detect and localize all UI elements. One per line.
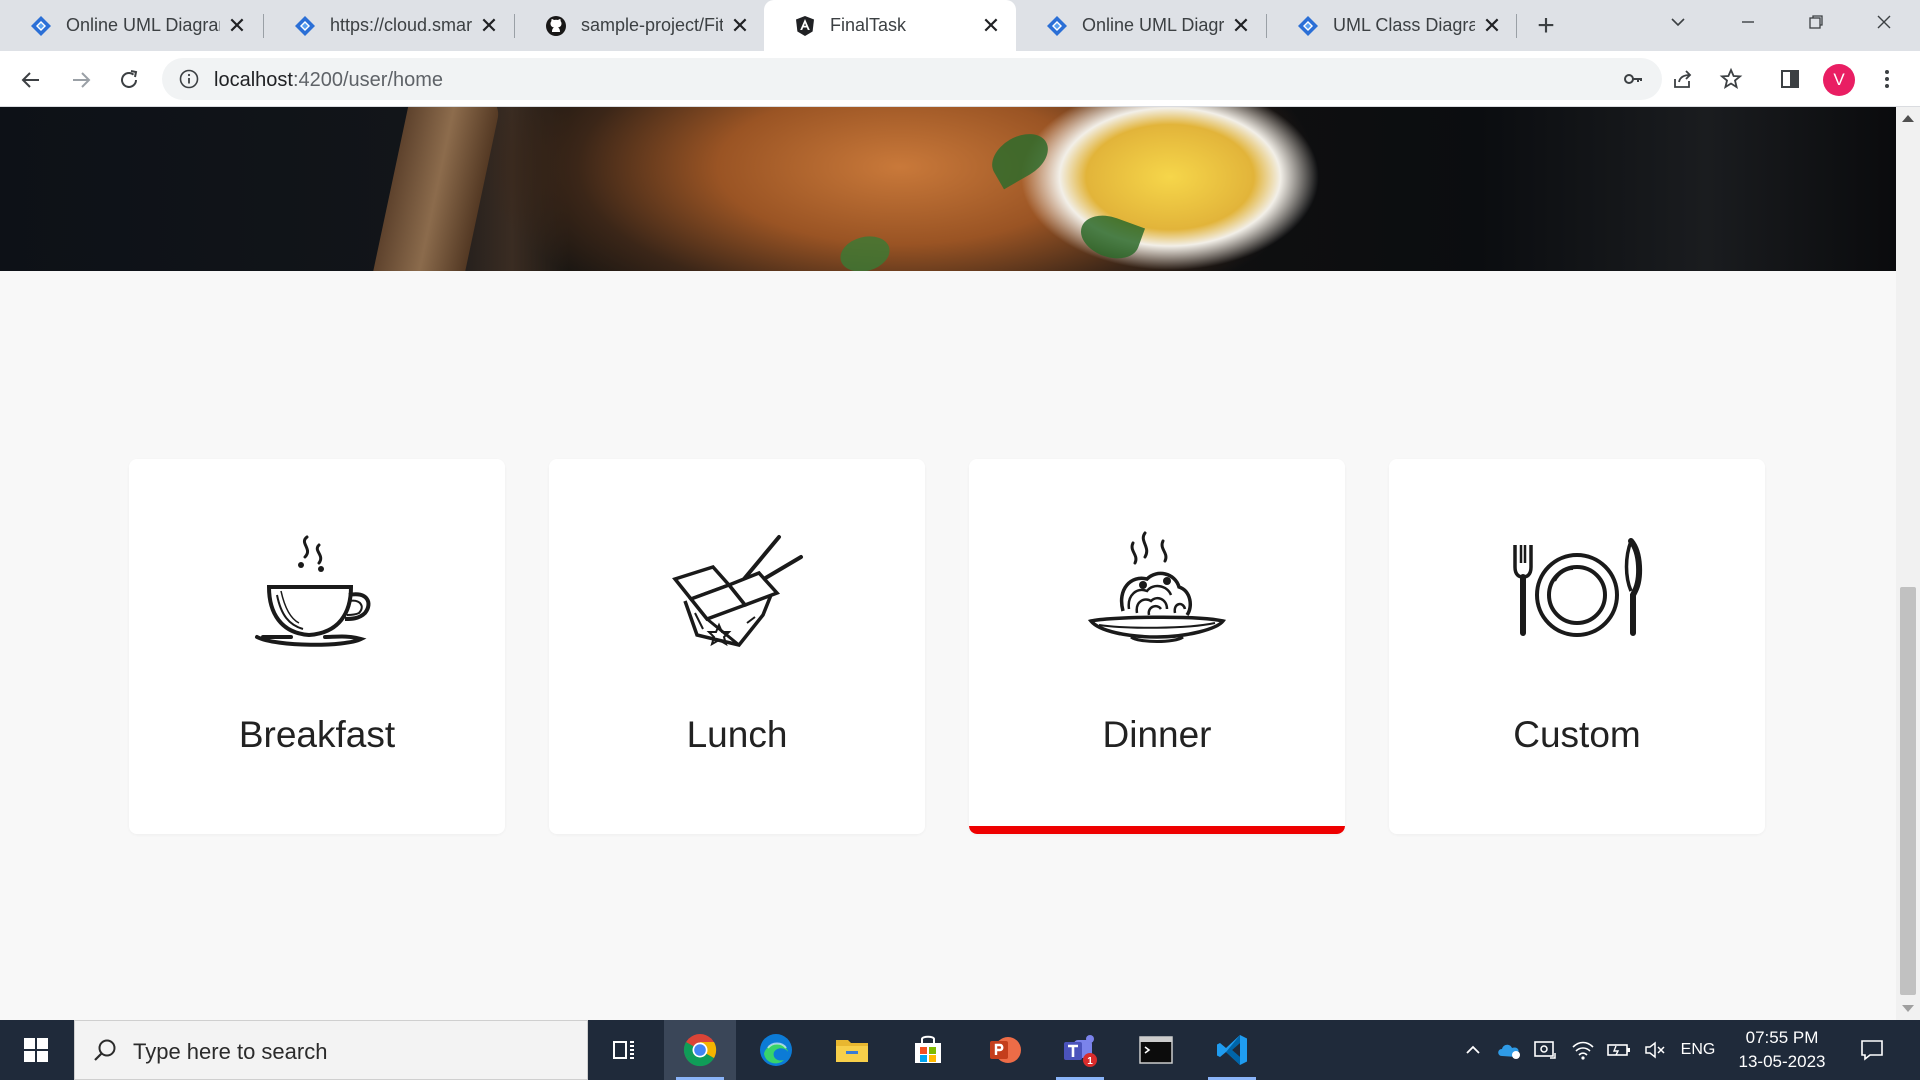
chrome-icon[interactable] — [664, 1020, 736, 1080]
edge-icon[interactable] — [740, 1020, 812, 1080]
smartdraw-icon — [30, 15, 52, 37]
tab-title: Online UML Diagrams — [66, 15, 220, 35]
close-icon[interactable]: ✕ — [1481, 13, 1503, 38]
search-placeholder: Type here to search — [133, 1039, 328, 1064]
meal-card-breakfast[interactable]: Breakfast — [129, 459, 505, 834]
volume-muted-icon[interactable] — [1640, 1020, 1670, 1080]
search-icon — [91, 1037, 119, 1065]
language-indicator[interactable]: ENG — [1676, 1020, 1720, 1080]
tab-separator — [1516, 14, 1517, 38]
page-scrollbar[interactable] — [1896, 107, 1920, 1020]
meal-card-custom[interactable]: Custom — [1389, 459, 1765, 834]
show-hidden-icons-chevron-icon[interactable] — [1462, 1020, 1484, 1080]
hero-leaf-detail — [1074, 207, 1146, 267]
meal-card-label: Dinner — [1102, 714, 1212, 755]
tab-title: UML Class Diagrams — [1333, 15, 1475, 35]
smartdraw-icon — [1046, 15, 1068, 37]
tab-finaltask[interactable]: FinalTask ✕ — [764, 0, 1016, 51]
selected-indicator-bar — [969, 826, 1345, 834]
key-icon[interactable] — [1620, 66, 1646, 92]
tab-title: FinalTask — [830, 15, 907, 35]
terminal-icon[interactable] — [1120, 1020, 1192, 1080]
microsoft-store-icon[interactable] — [892, 1020, 964, 1080]
forward-button[interactable] — [64, 63, 98, 97]
battery-icon[interactable] — [1604, 1020, 1634, 1080]
tab-title: https://cloud.smartdraw.com — [330, 15, 472, 35]
meal-card-dinner[interactable]: Dinner — [969, 459, 1345, 834]
more-menu-icon[interactable] — [1874, 66, 1900, 92]
close-icon[interactable]: ✕ — [1230, 13, 1252, 38]
hero-leaf-detail — [984, 124, 1056, 190]
bookmark-star-icon[interactable] — [1718, 66, 1744, 92]
back-button[interactable] — [14, 63, 48, 97]
tab-strip: Online UML Diagrams ✕ https://cloud.smar… — [0, 0, 1920, 51]
powerpoint-icon[interactable] — [968, 1020, 1040, 1080]
hero-leaf-detail — [836, 231, 894, 271]
tab-search-button[interactable] — [1650, 0, 1706, 44]
windows-logo-icon — [24, 1038, 48, 1062]
browser-toolbar: localhost:4200/user/home V — [0, 51, 1920, 107]
taskbar-clock[interactable]: 07:55 PM 13-05-2023 — [1720, 1026, 1844, 1074]
restore-button[interactable] — [1788, 0, 1844, 44]
coffee-cup-icon — [247, 529, 387, 649]
profile-avatar[interactable]: V — [1823, 64, 1855, 96]
teams-icon[interactable]: 1 — [1044, 1020, 1116, 1080]
tab-cloud-smartdraw[interactable]: https://cloud.smartdraw.com ✕ — [264, 0, 514, 51]
minimize-button[interactable] — [1720, 0, 1776, 44]
page-viewport: Breakfast Lunch Dinner Custom — [0, 107, 1896, 1020]
tab-online-uml-1[interactable]: Online UML Diagrams ✕ — [0, 0, 262, 51]
meal-card-label: Custom — [1513, 714, 1641, 755]
teams-badge: 1 — [1087, 1056, 1093, 1067]
meal-cards: Breakfast Lunch Dinner Custom — [129, 459, 1769, 835]
meal-card-lunch[interactable]: Lunch — [549, 459, 925, 834]
new-tab-button[interactable]: + — [1530, 9, 1562, 42]
close-icon[interactable]: ✕ — [478, 13, 500, 38]
scroll-up-arrow-icon[interactable] — [1902, 115, 1914, 122]
reload-button[interactable] — [112, 63, 146, 97]
close-icon[interactable]: ✕ — [226, 13, 248, 38]
meal-card-label: Breakfast — [238, 714, 396, 755]
tab-title: sample-project/FitF — [581, 15, 723, 35]
tab-github[interactable]: sample-project/FitF ✕ — [515, 0, 765, 51]
vscode-icon[interactable] — [1196, 1020, 1268, 1080]
address-bar[interactable]: localhost:4200/user/home — [162, 58, 1662, 100]
close-window-button[interactable] — [1856, 0, 1912, 44]
scroll-down-arrow-icon[interactable] — [1902, 1005, 1914, 1012]
hero-food-image — [0, 107, 1896, 271]
angular-icon — [794, 15, 816, 37]
start-button[interactable] — [0, 1020, 72, 1080]
pasta-plate-icon — [1087, 529, 1227, 649]
side-panel-icon[interactable] — [1777, 66, 1803, 92]
clock-time: 07:55 PM — [1745, 1028, 1819, 1047]
plate-cutlery-icon — [1507, 529, 1647, 649]
onedrive-icon[interactable] — [1494, 1020, 1524, 1080]
clock-date: 13-05-2023 — [1738, 1052, 1826, 1071]
url-path: :4200/user/home — [292, 69, 444, 91]
file-explorer-icon[interactable] — [816, 1020, 888, 1080]
hero-board-detail — [368, 107, 502, 271]
takeout-box-icon — [667, 529, 807, 649]
smartdraw-icon — [294, 15, 316, 37]
taskbar-search-box[interactable]: Type here to search — [74, 1020, 588, 1080]
meal-card-label: Lunch — [686, 714, 788, 755]
windows-taskbar: Type here to search 1 ENG 07:55 PM 13-05… — [0, 1020, 1920, 1080]
tab-online-uml-2[interactable]: Online UML Diagrams ✕ — [1016, 0, 1266, 51]
scrollbar-thumb[interactable] — [1900, 587, 1916, 995]
info-icon[interactable] — [178, 68, 200, 90]
close-icon[interactable]: ✕ — [729, 13, 751, 38]
url-host: localhost — [214, 69, 293, 91]
close-icon[interactable]: ✕ — [980, 13, 1002, 38]
smartdraw-icon — [1297, 15, 1319, 37]
task-view-icon[interactable] — [588, 1020, 660, 1080]
github-icon — [545, 15, 567, 37]
tab-uml-class[interactable]: UML Class Diagrams ✕ — [1267, 0, 1517, 51]
notifications-icon[interactable] — [1852, 1020, 1892, 1080]
url-text[interactable]: localhost:4200/user/home — [214, 69, 443, 92]
display-settings-icon[interactable] — [1530, 1020, 1560, 1080]
wifi-icon[interactable] — [1568, 1020, 1598, 1080]
tab-title: Online UML Diagrams — [1082, 15, 1224, 35]
share-icon[interactable] — [1670, 66, 1696, 92]
